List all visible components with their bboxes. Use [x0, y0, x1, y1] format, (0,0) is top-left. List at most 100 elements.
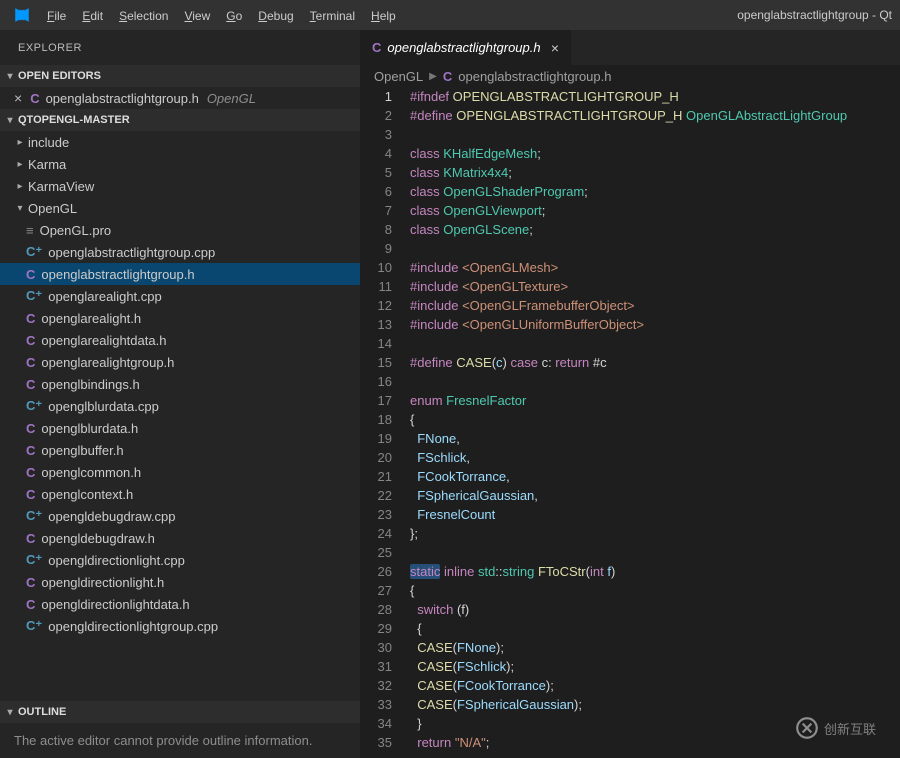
file-item[interactable]: Copenglarealightdata.h [0, 329, 360, 351]
file-label: opengldirectionlightdata.h [41, 597, 189, 612]
file-item[interactable]: ≡ OpenGL.pro [0, 219, 360, 241]
file-item[interactable]: Copenglbindings.h [0, 373, 360, 395]
file-cpp-icon: C⁺ [26, 508, 42, 524]
file-cpp-icon: C⁺ [26, 552, 42, 568]
menu-selection[interactable]: Selection [111, 5, 176, 27]
file-label: opengldebugdraw.h [41, 531, 155, 546]
folder-label: include [28, 135, 69, 150]
code-content[interactable]: #ifndef OPENGLABSTRACTLIGHTGROUP_H#defin… [410, 87, 900, 758]
chevron-right-icon: ▸ [14, 137, 26, 148]
file-item[interactable]: Copenglarealight.h [0, 307, 360, 329]
file-item[interactable]: C⁺ openglabstractlightgroup.cpp [0, 241, 360, 263]
file-item[interactable]: Copengldirectionlight.h [0, 571, 360, 593]
code-area[interactable]: 1234567891011121314151617181920212223242… [360, 87, 900, 758]
file-cpp-icon: C⁺ [26, 398, 42, 414]
breadcrumb-seg[interactable]: openglabstractlightgroup.h [458, 69, 611, 84]
section-label: OPEN EDITORS [18, 70, 101, 82]
chevron-down-icon: ▾ [4, 707, 16, 718]
section-project[interactable]: ▾ QTOPENGL-MASTER [0, 109, 360, 131]
file-label: openglarealight.cpp [48, 289, 161, 304]
file-c-icon: C [26, 465, 35, 480]
section-label: OUTLINE [18, 706, 66, 718]
file-c-icon: C [26, 597, 35, 612]
file-label: openglbuffer.h [41, 443, 123, 458]
file-item[interactable]: C⁺ opengldirectionlight.cpp [0, 549, 360, 571]
file-label: openglblurdata.h [41, 421, 138, 436]
file-label: opengldirectionlightgroup.cpp [48, 619, 218, 634]
chevron-down-icon: ▾ [4, 115, 16, 126]
file-c-icon: C [26, 421, 35, 436]
file-item[interactable]: Copenglcontext.h [0, 483, 360, 505]
file-item[interactable]: Copenglbuffer.h [0, 439, 360, 461]
file-item[interactable]: Copenglarealightgroup.h [0, 351, 360, 373]
section-outline[interactable]: ▾ OUTLINE [0, 701, 360, 723]
file-cpp-icon: C⁺ [26, 244, 42, 260]
tab-label: openglabstractlightgroup.h [387, 40, 540, 55]
close-icon[interactable]: × [551, 40, 559, 56]
folder-label: Karma [28, 157, 66, 172]
file-item[interactable]: Copenglabstractlightgroup.h [0, 263, 360, 285]
section-open-editors[interactable]: ▾ OPEN EDITORS [0, 65, 360, 87]
file-c-icon: C [26, 311, 35, 326]
file-item[interactable]: Copenglblurdata.h [0, 417, 360, 439]
menu-edit[interactable]: Edit [74, 5, 111, 27]
file-item[interactable]: C⁺ openglarealight.cpp [0, 285, 360, 307]
file-item[interactable]: Copengldebugdraw.h [0, 527, 360, 549]
menu-file[interactable]: File [39, 5, 74, 27]
file-item[interactable]: Copengldirectionlightdata.h [0, 593, 360, 615]
chevron-right-icon: ▶ [429, 71, 437, 82]
folder-label: KarmaView [28, 179, 94, 194]
sidebar: EXPLORER ▾ OPEN EDITORS ×Copenglabstract… [0, 30, 360, 758]
file-item[interactable]: C⁺ openglblurdata.cpp [0, 395, 360, 417]
menu-help[interactable]: Help [363, 5, 404, 27]
file-c-icon: C [26, 355, 35, 370]
file-c-icon: C [26, 487, 35, 502]
file-item[interactable]: Copenglcommon.h [0, 461, 360, 483]
watermark: 创新互联 [794, 708, 890, 748]
file-label: opengldirectionlight.h [41, 575, 164, 590]
folder-karmaview[interactable]: ▸KarmaView [0, 175, 360, 197]
file-label: opengldebugdraw.cpp [48, 509, 175, 524]
section-label: QTOPENGL-MASTER [18, 114, 130, 126]
close-icon[interactable]: × [14, 90, 22, 106]
menu-debug[interactable]: Debug [250, 5, 301, 27]
file-label: openglarealightgroup.h [41, 355, 174, 370]
app-icon [4, 5, 39, 25]
file-c-icon: C [30, 91, 39, 106]
folder-karma[interactable]: ▸Karma [0, 153, 360, 175]
file-label: opengldirectionlight.cpp [48, 553, 185, 568]
file-tree: ▸include▸Karma▸KarmaView▾OpenGL≡OpenGL.p… [0, 131, 360, 701]
folder-include[interactable]: ▸include [0, 131, 360, 153]
menu-terminal[interactable]: Terminal [302, 5, 363, 27]
file-label: openglblurdata.cpp [48, 399, 159, 414]
chevron-right-icon: ▸ [14, 159, 26, 170]
file-name: openglabstractlightgroup.h [46, 91, 199, 106]
tab-bar: C openglabstractlightgroup.h × [360, 30, 900, 65]
file-label: openglcontext.h [41, 487, 133, 502]
chevron-down-icon: ▾ [4, 71, 16, 82]
open-editor-item[interactable]: ×Copenglabstractlightgroup.hOpenGL [0, 87, 360, 109]
file-c-icon: C [26, 531, 35, 546]
file-label: OpenGL.pro [40, 223, 112, 238]
menu-go[interactable]: Go [218, 5, 250, 27]
file-label: openglabstractlightgroup.h [41, 267, 194, 282]
menu-view[interactable]: View [176, 5, 218, 27]
file-label: openglabstractlightgroup.cpp [48, 245, 215, 260]
folder-opengl[interactable]: ▾OpenGL [0, 197, 360, 219]
file-item[interactable]: C⁺opengldirectionlightgroup.cpp [0, 615, 360, 637]
watermark-text: 创新互联 [824, 719, 876, 738]
breadcrumb-seg[interactable]: OpenGL [374, 69, 423, 84]
file-icon: ≡ [26, 223, 34, 238]
file-label: openglbindings.h [41, 377, 139, 392]
file-c-icon: C [26, 333, 35, 348]
file-item[interactable]: C⁺ opengldebugdraw.cpp [0, 505, 360, 527]
breadcrumb[interactable]: OpenGL ▶ C openglabstractlightgroup.h [360, 65, 900, 87]
file-cpp-icon: C⁺ [26, 288, 42, 304]
file-c-icon: C [26, 267, 35, 282]
chevron-right-icon: ▸ [14, 181, 26, 192]
tab-active[interactable]: C openglabstractlightgroup.h × [360, 30, 572, 65]
folder-label: OpenGL [28, 201, 77, 216]
file-c-icon: C [372, 40, 381, 55]
file-c-icon: C [26, 377, 35, 392]
file-label: openglarealight.h [41, 311, 141, 326]
